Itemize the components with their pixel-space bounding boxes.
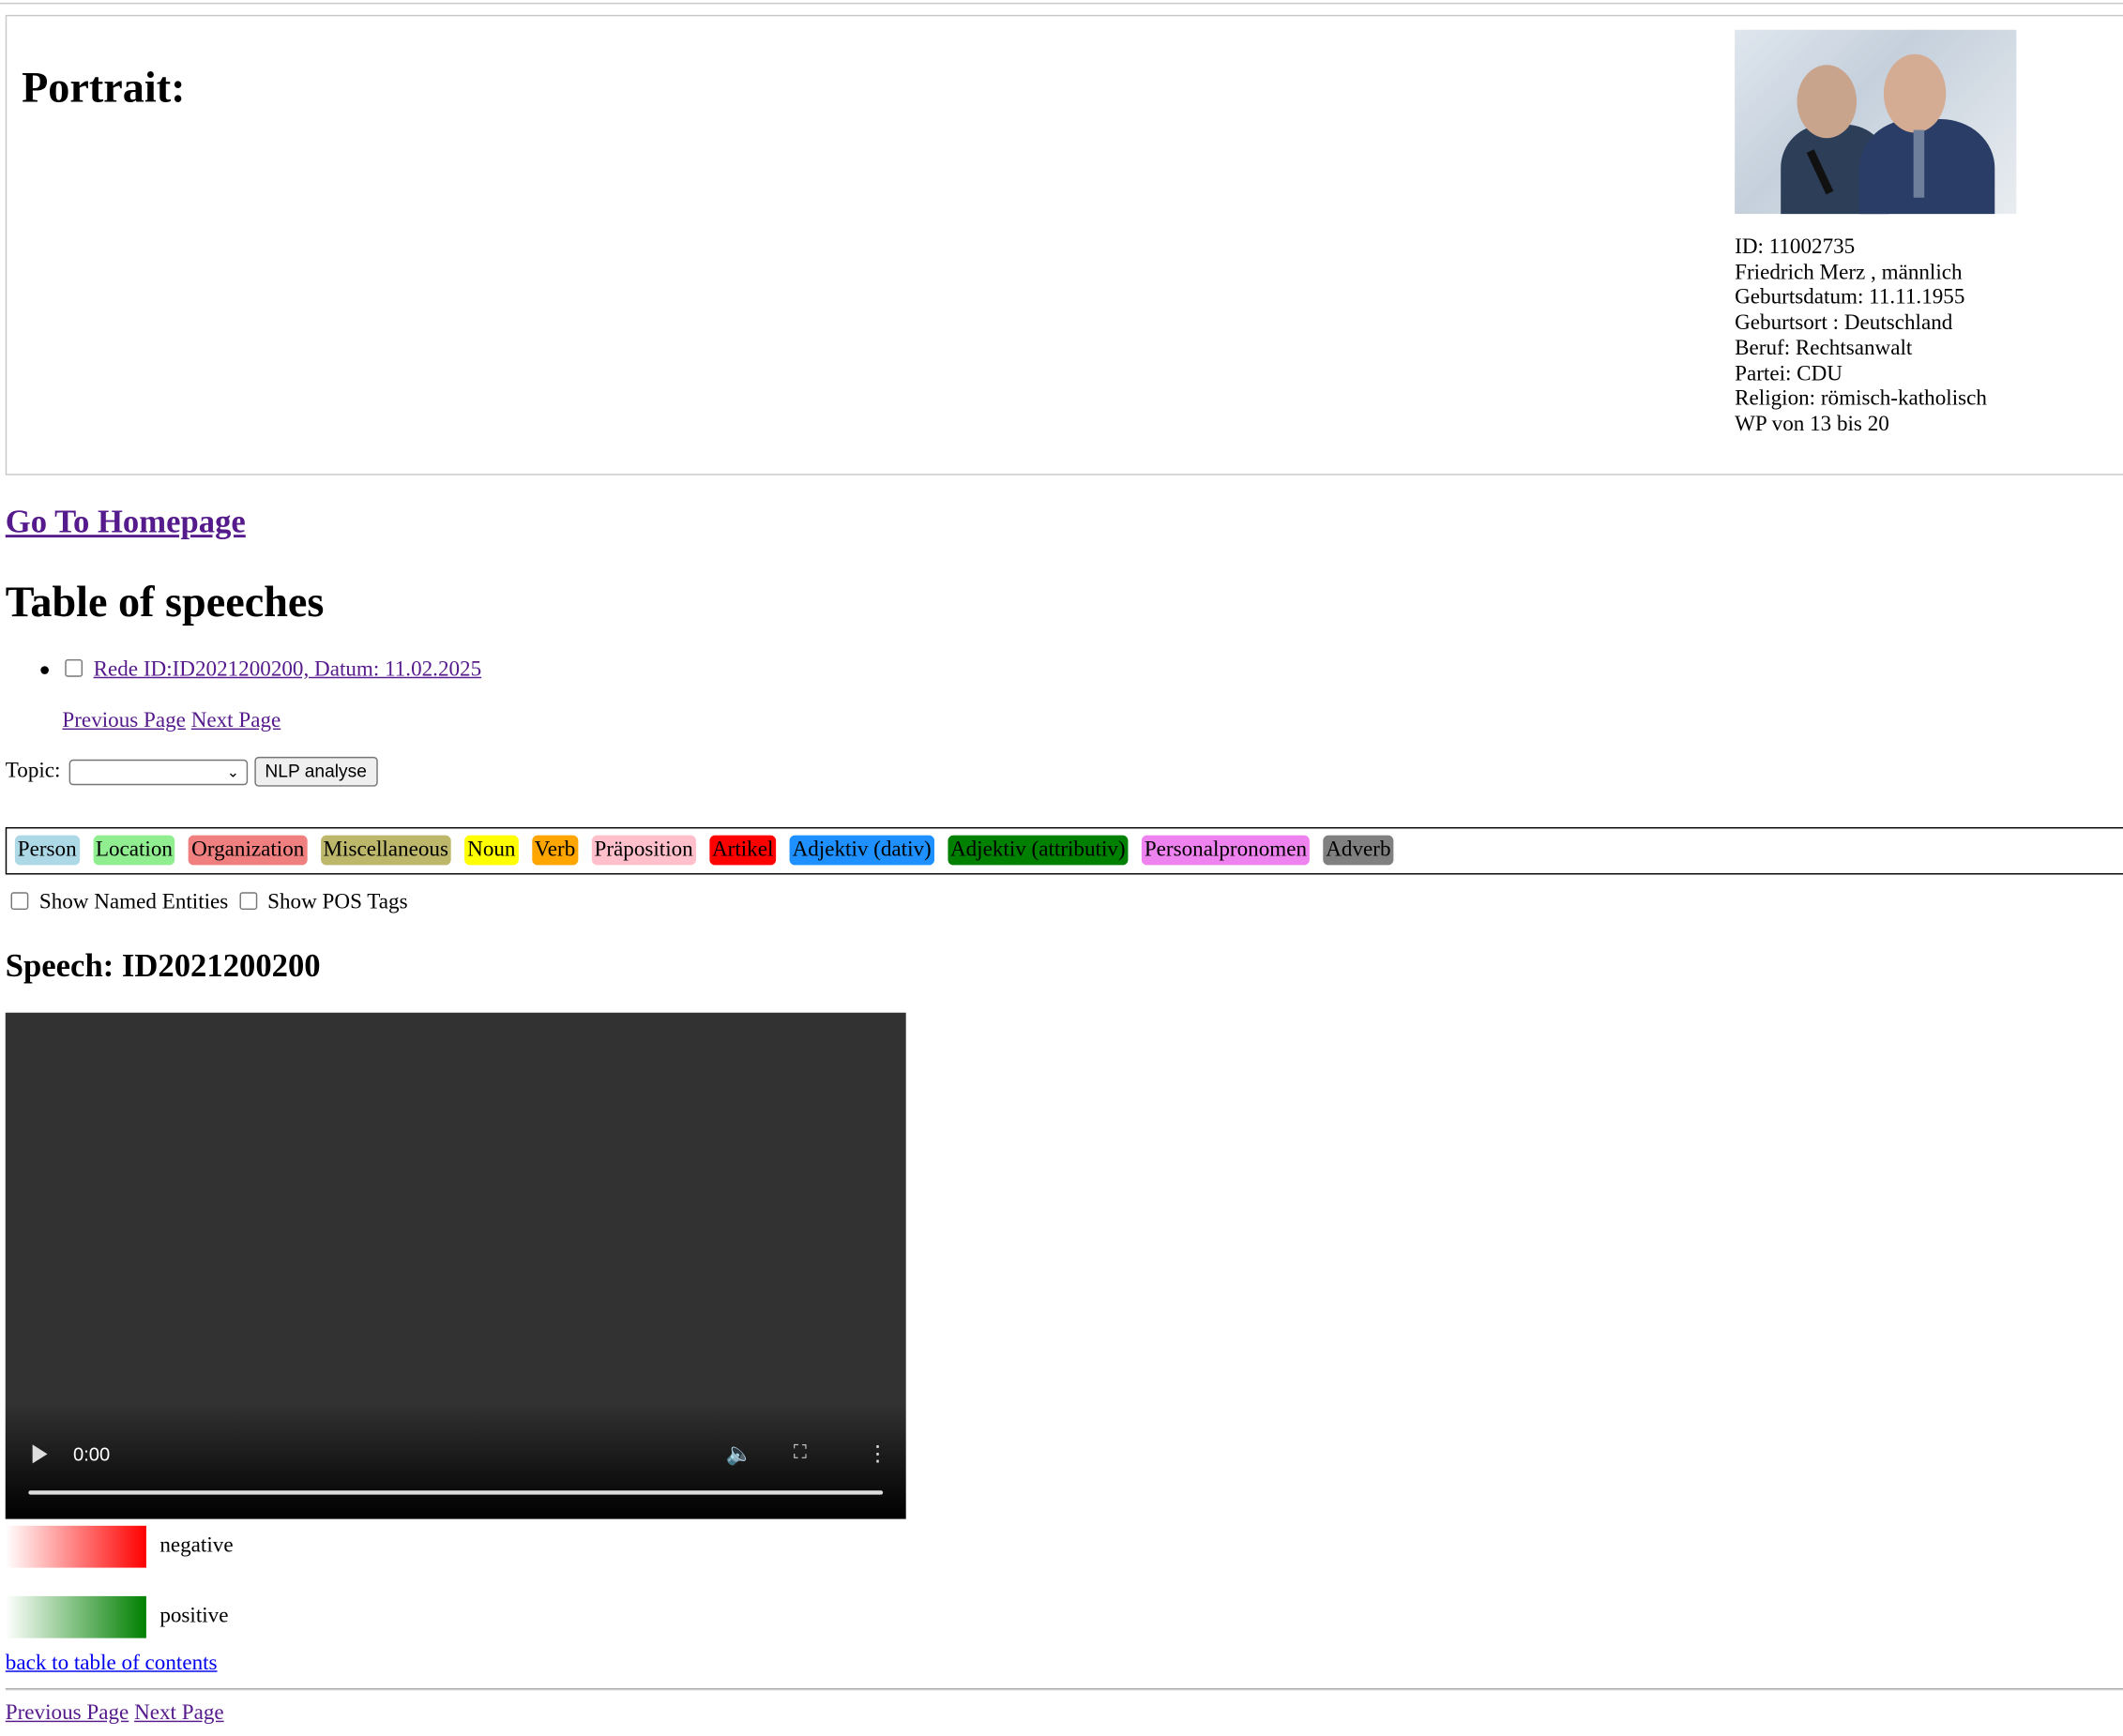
legend-tag: Person (14, 835, 80, 866)
video-progress-bar[interactable] (28, 1490, 884, 1495)
speaker-birthdate: Geburtsdatum: 11.11.1955 (1735, 286, 1965, 309)
positive-label: positive (159, 1604, 229, 1628)
legend-tag: Adverb (1323, 835, 1394, 866)
legend-tag: Noun (464, 835, 519, 866)
legend-tag: Artikel (709, 835, 777, 866)
negative-label: negative (159, 1533, 234, 1558)
back-to-contents-link[interactable]: back to table of contents (6, 1651, 218, 1678)
legend-tag: Präposition (591, 835, 696, 866)
play-icon[interactable] (32, 1444, 48, 1464)
speech-link[interactable]: Rede ID:ID2021200200, Datum: 11.02.2025 (94, 658, 482, 682)
legend-row: Person Location Organization Miscellaneous N… (14, 835, 1407, 866)
legend-tag: Adjektiv (attributiv) (948, 835, 1129, 866)
speaker-info: ID: 11002735 Friedrich Merz , männlich G… (1735, 235, 1987, 438)
speaker-name: Friedrich Merz , männlich (1735, 261, 1963, 284)
next-page-link[interactable]: Next Page (191, 709, 281, 732)
nlp-analyse-button[interactable]: NLP analyse (253, 757, 378, 788)
topic-select[interactable]: ⌄ (68, 759, 248, 785)
speaker-party: Partei: CDU (1735, 362, 1842, 385)
top-divider (0, 2, 2123, 5)
speech-checkbox[interactable] (65, 658, 83, 677)
video-controls: 0:00 🔈 ⛶ ⋮ (6, 1425, 906, 1519)
list-item: Rede ID:ID2021200200, Datum: 11.02.2025 (40, 657, 481, 684)
named-entities-label: Show Named Entities (38, 890, 229, 914)
page: Portrait: ID: 11002735 Friedrich Merz , … (0, 0, 2123, 1736)
speaker-profession: Beruf: Rechtsanwalt (1735, 337, 1913, 360)
portrait-title: Portrait: (22, 62, 186, 112)
display-toggles: Show Named Entities Show POS Tags (10, 889, 408, 916)
legend-tag: Verb (531, 835, 579, 866)
footer-divider (5, 1688, 2123, 1691)
video-player[interactable]: 0:00 🔈 ⛶ ⋮ (5, 1012, 906, 1519)
legend-tag: Miscellaneous (320, 835, 451, 866)
footer-pagination: Previous Page Next Page (6, 1700, 224, 1728)
next-page-link[interactable]: Next Page (134, 1701, 224, 1725)
bullet-icon (40, 666, 49, 675)
legend-tag: Location (92, 835, 175, 866)
legend-tag: Organization (189, 835, 308, 866)
speaker-terms: WP von 13 bis 20 (1735, 413, 1889, 436)
speaker-photo (1735, 29, 2017, 215)
volume-icon[interactable]: 🔈 (726, 1441, 753, 1468)
speaker-birthplace: Geburtsort : Deutschland (1735, 311, 1953, 335)
homepage-link[interactable]: Go To Homepage (6, 503, 246, 543)
pos-tags-label: Show POS Tags (267, 890, 408, 914)
legend-tag: Adjektiv (dativ) (789, 835, 934, 866)
topic-label: Topic: (5, 759, 61, 783)
chevron-down-icon: ⌄ (226, 762, 240, 781)
toc-title: Table of speeches (5, 576, 325, 626)
legend-tag: Personalpronomen (1141, 835, 1310, 866)
tag-legend: Person Location Organization Miscellaneous N… (5, 826, 2123, 875)
negative-gradient-swatch (5, 1525, 146, 1568)
previous-page-link[interactable]: Previous Page (6, 1701, 129, 1725)
positive-gradient-swatch (5, 1595, 146, 1638)
more-options-icon[interactable]: ⋮ (867, 1441, 888, 1468)
toc-pagination: Previous Page Next Page (62, 708, 281, 735)
topic-row: Topic: ⌄ NLP analyse (5, 757, 378, 788)
fullscreen-icon[interactable]: ⛶ (794, 1441, 807, 1464)
sentiment-negative: negative (5, 1525, 234, 1568)
video-time: 0:00 (72, 1442, 111, 1465)
sentiment-positive: positive (5, 1595, 229, 1638)
speech-title: Speech: ID2021200200 (5, 948, 321, 985)
speaker-id: ID: 11002735 (1735, 235, 1856, 259)
speaker-religion: Religion: römisch-katholisch (1735, 387, 1987, 411)
named-entities-checkbox[interactable] (10, 892, 29, 911)
pos-tags-checkbox[interactable] (238, 892, 257, 911)
portrait-section: Portrait: ID: 11002735 Friedrich Merz , … (5, 14, 2123, 476)
previous-page-link[interactable]: Previous Page (62, 709, 186, 732)
